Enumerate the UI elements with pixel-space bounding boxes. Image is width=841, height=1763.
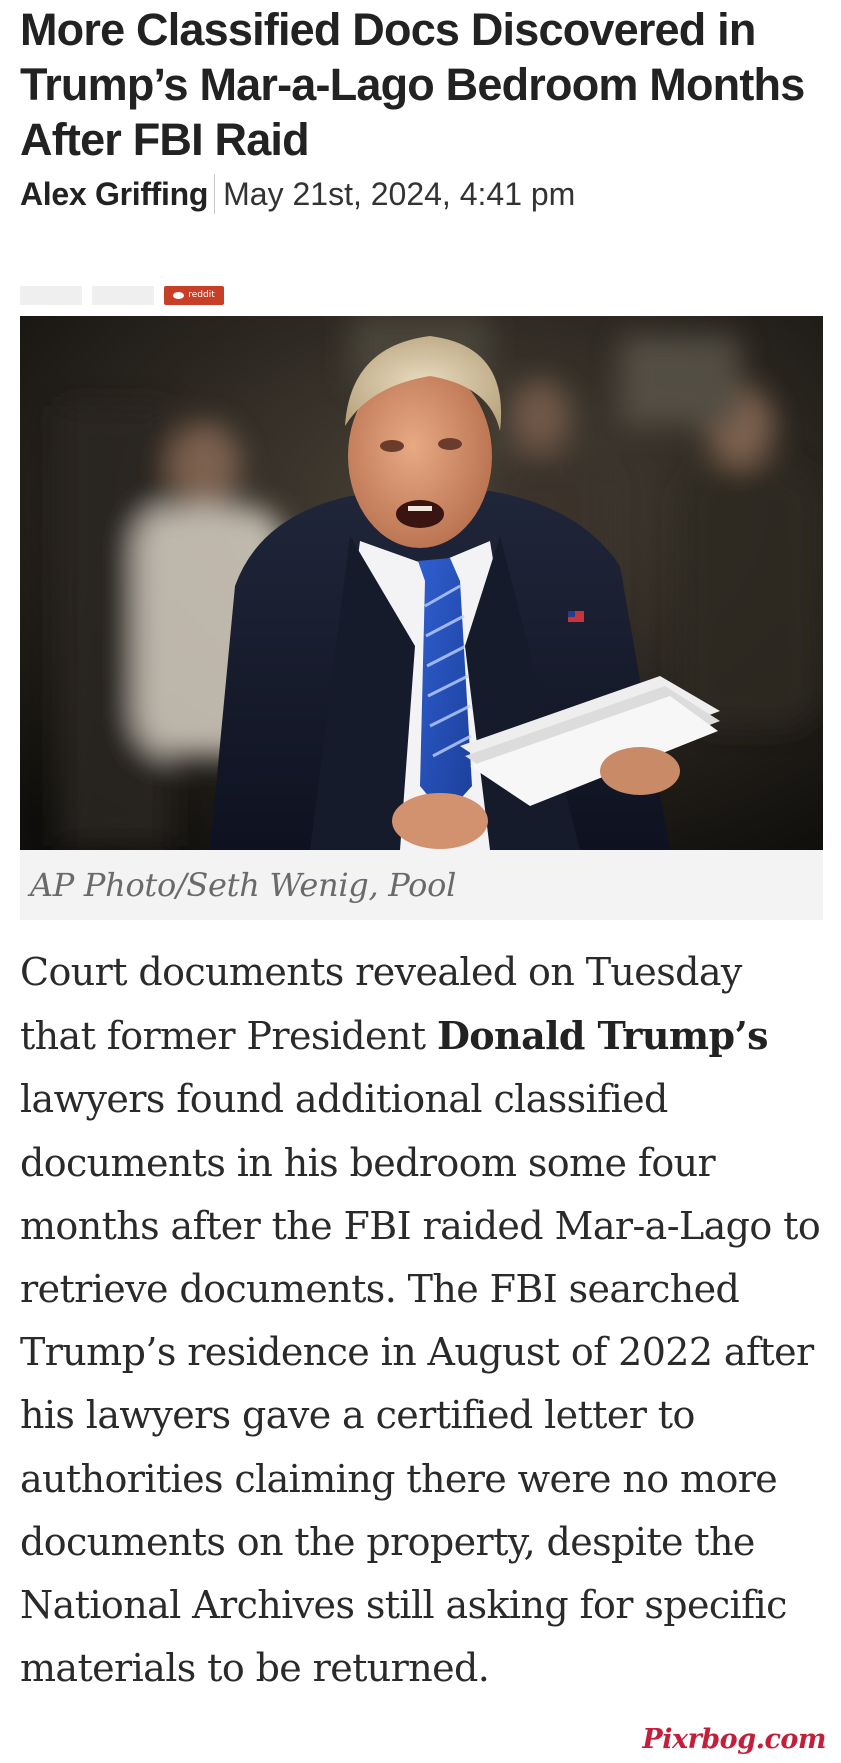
share-button-reddit[interactable]: reddit bbox=[164, 286, 224, 305]
publish-date: May 21st, 2024, 4:41 pm bbox=[223, 176, 576, 212]
reddit-icon bbox=[173, 292, 185, 299]
article: More Classified Docs Discovered in Trump… bbox=[20, 0, 823, 1690]
body-text-part-2: lawyers found additional classified docu… bbox=[20, 1077, 821, 1691]
share-button-facebook[interactable] bbox=[20, 286, 82, 305]
author-link[interactable]: Alex Griffing bbox=[20, 173, 208, 215]
share-button-twitter[interactable] bbox=[92, 286, 154, 305]
article-figure: AP Photo/Seth Wenig, Pool bbox=[20, 316, 823, 920]
reddit-label: reddit bbox=[188, 290, 215, 300]
article-photo[interactable] bbox=[20, 316, 823, 850]
share-buttons: reddit bbox=[20, 286, 224, 305]
article-body: Court documents revealed on Tuesday that… bbox=[20, 941, 823, 1700]
byline-divider bbox=[214, 174, 216, 214]
watermark: Pixrbog.com bbox=[642, 1724, 826, 1755]
photo-illustration bbox=[20, 316, 823, 850]
byline: Alex Griffing May 21st, 2024, 4:41 pm bbox=[20, 173, 823, 215]
body-text-bold: Donald Trump’s bbox=[436, 1013, 769, 1059]
photo-caption: AP Photo/Seth Wenig, Pool bbox=[20, 850, 823, 920]
article-headline: More Classified Docs Discovered in Trump… bbox=[20, 4, 805, 165]
